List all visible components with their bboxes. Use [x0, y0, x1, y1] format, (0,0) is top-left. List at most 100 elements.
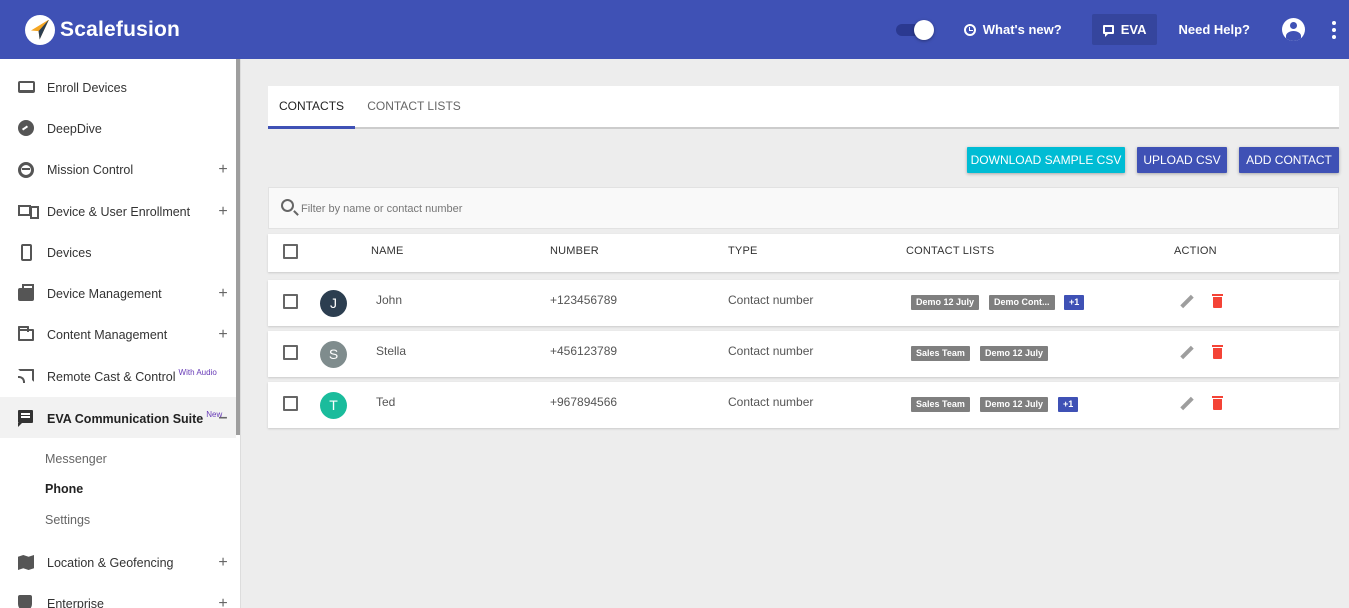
clock-icon: [963, 23, 976, 36]
whats-new-label: What's new?: [982, 22, 1062, 37]
contact-number: +123456789: [550, 293, 618, 307]
upload-csv-button[interactable]: UPLOAD CSV: [1137, 147, 1227, 173]
sidebar-item-device-user-enrollment[interactable]: Device & User Enrollment +: [0, 191, 236, 232]
contact-list-chip: Sales Team: [911, 346, 970, 361]
delete-icon[interactable]: [1212, 396, 1223, 410]
whats-new-button[interactable]: What's new?: [963, 22, 1062, 37]
sidebar-item-enterprise[interactable]: Enterprise +: [0, 583, 236, 608]
more-lists-chip[interactable]: +1: [1064, 295, 1085, 310]
table-row[interactable]: J John +123456789 Contact number Demo 12…: [268, 280, 1339, 326]
sidebar-scrollbar[interactable]: [236, 59, 240, 435]
column-header-type[interactable]: TYPE: [728, 245, 758, 257]
sidebar-item-label: Remote Cast & Control With Audio: [47, 368, 217, 384]
sidebar-item-mission-control[interactable]: Mission Control +: [0, 149, 236, 190]
devices-icon: [18, 205, 39, 219]
sidebar-item-eva-communication-suite[interactable]: EVA Communication Suite New –: [0, 397, 236, 438]
expand-icon[interactable]: +: [217, 285, 229, 303]
eva-label: EVA: [1120, 22, 1147, 37]
avatar: J: [320, 290, 347, 317]
sidebar-item-label: Enterprise: [47, 596, 104, 608]
contact-list-chip: Demo 12 July: [980, 397, 1049, 412]
delete-icon[interactable]: [1212, 294, 1223, 308]
sidebar-item-location-geofencing[interactable]: Location & Geofencing +: [0, 542, 236, 583]
expand-icon[interactable]: +: [217, 161, 229, 179]
phone-icon: [21, 244, 32, 261]
edit-icon[interactable]: [1180, 346, 1194, 360]
expand-icon[interactable]: +: [217, 203, 229, 221]
sidebar-item-label: Mission Control: [47, 162, 134, 177]
table-row[interactable]: S Stella +456123789 Contact number Sales…: [268, 331, 1339, 377]
avatar: T: [320, 392, 347, 419]
tab-contacts[interactable]: CONTACTS: [268, 86, 355, 129]
download-sample-csv-button[interactable]: DOWNLOAD SAMPLE CSV: [967, 147, 1125, 173]
search-bar: [268, 187, 1339, 229]
table-row[interactable]: T Ted +967894566 Contact number Sales Te…: [268, 382, 1339, 428]
chat-icon: [1102, 25, 1114, 37]
column-header-number[interactable]: NUMBER: [550, 245, 599, 257]
sidebar: Enroll Devices DeepDive Mission Control …: [0, 59, 241, 608]
collapse-icon[interactable]: –: [217, 409, 229, 427]
tab-contact-lists[interactable]: CONTACT LISTS: [355, 86, 473, 129]
contact-type: Contact number: [728, 395, 814, 409]
expand-icon[interactable]: +: [217, 554, 229, 572]
more-lists-chip[interactable]: +1: [1058, 397, 1079, 412]
more-options-icon[interactable]: [1332, 20, 1336, 39]
sidebar-item-label: Location & Geofencing: [47, 555, 174, 570]
app-name: Scalefusion: [60, 17, 181, 41]
expand-icon[interactable]: +: [217, 595, 229, 608]
contact-name: Ted: [376, 395, 396, 409]
expand-icon[interactable]: +: [217, 326, 229, 344]
sidebar-item-label: Enroll Devices: [47, 80, 127, 95]
mission-control-icon: [18, 162, 34, 178]
theme-toggle[interactable]: [895, 19, 934, 40]
sidebar-item-remote-cast[interactable]: Remote Cast & Control With Audio: [0, 355, 236, 396]
contact-list-chip: Demo Cont...: [989, 295, 1055, 310]
sidebar-item-label: Devices: [47, 245, 92, 260]
contact-name: Stella: [376, 344, 407, 358]
eva-button[interactable]: EVA: [1091, 14, 1158, 45]
dashboard-icon: [18, 120, 34, 136]
row-checkbox[interactable]: [283, 345, 298, 360]
briefcase-icon: [18, 284, 34, 301]
eva-suite-label: EVA Communication Suite: [47, 411, 204, 426]
column-header-contact-lists: CONTACT LISTS: [906, 245, 995, 257]
folder-icon: [18, 326, 34, 341]
subnav-phone[interactable]: Phone: [45, 482, 83, 496]
sidebar-item-content-management[interactable]: Content Management +: [0, 314, 236, 355]
account-icon[interactable]: [1282, 18, 1305, 41]
delete-icon[interactable]: [1212, 345, 1223, 359]
cast-icon: [18, 369, 34, 383]
column-header-name[interactable]: NAME: [371, 245, 404, 257]
scalefusion-logo-icon: [25, 14, 55, 45]
add-contact-button[interactable]: ADD CONTACT: [1239, 147, 1339, 173]
contact-list-chip: Sales Team: [911, 397, 970, 412]
select-all-checkbox[interactable]: [283, 244, 298, 259]
subnav-settings[interactable]: Settings: [45, 513, 90, 527]
edit-icon[interactable]: [1180, 397, 1194, 411]
shield-icon: [18, 595, 32, 608]
search-icon: [281, 199, 294, 212]
search-input[interactable]: [301, 199, 901, 219]
sidebar-item-devices[interactable]: Devices: [0, 232, 236, 273]
map-icon: [18, 555, 34, 570]
contact-list-chip: Demo 12 July: [980, 346, 1049, 361]
sidebar-item-device-management[interactable]: Device Management +: [0, 273, 236, 314]
contact-type: Contact number: [728, 293, 814, 307]
contact-list-chip: Demo 12 July: [911, 295, 980, 310]
sidebar-item-label: Device Management: [47, 286, 162, 301]
sidebar-item-label: EVA Communication Suite New: [47, 410, 222, 426]
top-bar: Scalefusion What's new? EVA Need Help?: [0, 0, 1349, 59]
edit-icon[interactable]: [1180, 295, 1194, 309]
subnav-messenger[interactable]: Messenger: [45, 452, 107, 466]
sidebar-item-deepdive[interactable]: DeepDive: [0, 108, 236, 149]
logo[interactable]: Scalefusion: [25, 14, 181, 45]
toggle-knob: [913, 19, 934, 40]
enroll-icon: [18, 81, 35, 93]
row-checkbox[interactable]: [283, 396, 298, 411]
sidebar-item-enroll-devices[interactable]: Enroll Devices: [0, 67, 236, 108]
column-header-action: ACTION: [1174, 245, 1217, 257]
avatar: S: [320, 341, 347, 368]
row-checkbox[interactable]: [283, 294, 298, 309]
contact-number: +967894566: [550, 395, 618, 409]
need-help-link[interactable]: Need Help?: [1178, 22, 1250, 37]
